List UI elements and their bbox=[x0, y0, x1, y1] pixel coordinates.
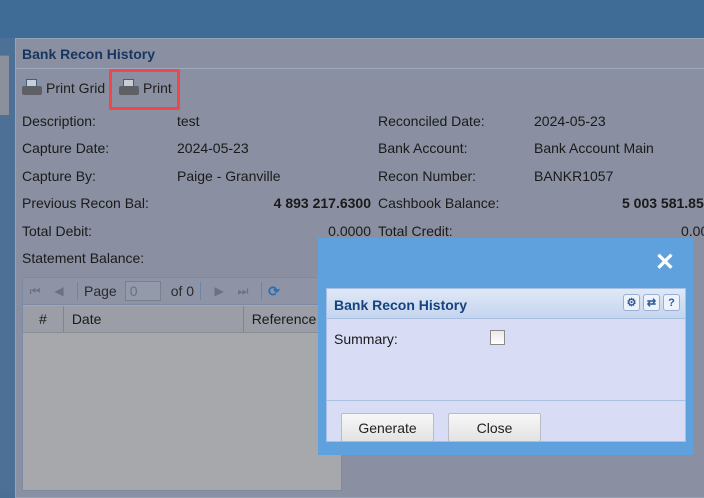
page-label: Page bbox=[84, 283, 117, 299]
recon-number-value: BANKR1057 bbox=[534, 168, 614, 184]
reconciled-date-value: 2024-05-23 bbox=[534, 113, 606, 129]
column-header-date[interactable]: Date bbox=[64, 306, 244, 332]
total-credit-label: Total Credit: bbox=[378, 223, 453, 239]
print-grid-button[interactable]: Print Grid bbox=[22, 77, 105, 99]
generate-button[interactable]: Generate bbox=[341, 413, 434, 442]
refresh-icon[interactable]: ⇄ bbox=[643, 294, 660, 311]
close-button[interactable]: Close bbox=[448, 413, 541, 442]
recon-number-label: Recon Number: bbox=[378, 168, 477, 184]
bank-account-label: Bank Account: bbox=[378, 140, 468, 156]
panel-title: Bank Recon History bbox=[334, 297, 468, 313]
app-header-bar bbox=[0, 0, 704, 38]
print-options-dialog: ✕ Bank Recon History ⚙ ⇄ ? Summary: Gene… bbox=[318, 238, 693, 455]
next-page-icon[interactable]: ▶ bbox=[207, 284, 231, 298]
highlight-box bbox=[109, 69, 180, 110]
last-page-icon[interactable]: ⏭ bbox=[231, 284, 255, 299]
description-value: test bbox=[177, 113, 200, 129]
reconciled-date-label: Reconciled Date: bbox=[378, 113, 485, 129]
grid-pager: ⏮ ◀ Page of 0 ▶ ⏭ ⟳ bbox=[23, 278, 341, 305]
page-input[interactable] bbox=[124, 281, 161, 301]
previous-recon-bal-value: 4 893 217.6300 bbox=[273, 195, 371, 211]
cashbook-balance-label: Cashbook Balance: bbox=[378, 195, 500, 211]
statement-balance-label: Statement Balance: bbox=[22, 250, 145, 266]
capture-by-label: Capture By: bbox=[22, 168, 96, 184]
total-debit-label: Total Debit: bbox=[22, 223, 93, 239]
cashbook-balance-value: 5 003 581.85 bbox=[622, 195, 704, 211]
help-icon[interactable]: ? bbox=[663, 294, 680, 311]
panel-header: Bank Recon History ⚙ ⇄ ? bbox=[327, 289, 685, 319]
printer-icon bbox=[22, 79, 42, 97]
background-fragment bbox=[0, 55, 9, 115]
description-label: Description: bbox=[22, 113, 96, 129]
summary-checkbox[interactable] bbox=[490, 330, 505, 345]
first-page-icon[interactable]: ⏮ bbox=[23, 284, 47, 299]
refresh-icon[interactable]: ⟳ bbox=[268, 283, 280, 300]
print-grid-label: Print Grid bbox=[46, 80, 106, 96]
capture-date-value: 2024-05-23 bbox=[177, 140, 249, 156]
dialog-panel: Bank Recon History ⚙ ⇄ ? Summary: Genera… bbox=[326, 288, 686, 442]
capture-date-label: Capture Date: bbox=[22, 140, 110, 156]
recon-grid: ⏮ ◀ Page of 0 ▶ ⏭ ⟳ # Date Reference bbox=[22, 277, 342, 491]
close-icon[interactable]: ✕ bbox=[655, 251, 675, 275]
window-title: Bank Recon History bbox=[22, 46, 156, 62]
prev-page-icon[interactable]: ◀ bbox=[47, 284, 71, 298]
grid-header: # Date Reference bbox=[23, 306, 341, 333]
total-credit-value: 0.00 bbox=[681, 223, 704, 239]
summary-label: Summary: bbox=[334, 331, 398, 347]
capture-by-value: Paige - Granville bbox=[177, 168, 281, 184]
bank-account-value: Bank Account Main bbox=[534, 140, 654, 156]
column-header-number[interactable]: # bbox=[23, 306, 64, 332]
divider bbox=[327, 400, 685, 401]
total-debit-value: 0.0000 bbox=[328, 223, 371, 239]
gear-icon[interactable]: ⚙ bbox=[623, 294, 640, 311]
page-of-label: of 0 bbox=[170, 283, 195, 299]
previous-recon-bal-label: Previous Recon Bal: bbox=[22, 195, 149, 211]
